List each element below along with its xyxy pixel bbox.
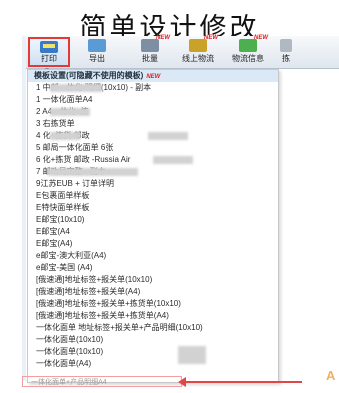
- menu-item[interactable]: E邮宝(A4): [28, 238, 278, 250]
- menu-item[interactable]: e邮宝-澳大利亚(A4): [28, 250, 278, 262]
- batch-button[interactable]: NEW 批量: [130, 35, 170, 66]
- menu-item-last[interactable]: 一体化面单+产品明细A4: [22, 376, 182, 387]
- menu-item[interactable]: e邮宝-美国 (A4): [28, 262, 278, 274]
- redaction-blur: [178, 346, 206, 364]
- menu-item[interactable]: [俄速通]地址标签+报关单+拣货单(A4): [28, 310, 278, 322]
- menu-item[interactable]: E邮宝(10x10): [28, 214, 278, 226]
- menu-item[interactable]: [俄速通]地址标签+报关单(A4): [28, 286, 278, 298]
- new-badge: NEW: [146, 74, 161, 80]
- redaction-blur: [48, 168, 138, 176]
- logistics-info-button[interactable]: NEW 物流信息: [228, 35, 268, 66]
- annotation-arrow: [182, 381, 302, 383]
- menu-item[interactable]: 一体化面单(10x10): [28, 334, 278, 346]
- online-logistics-button[interactable]: NEW 线上物流: [178, 35, 218, 66]
- menu-item[interactable]: E邮宝(A4: [28, 226, 278, 238]
- menu-item[interactable]: 5 邮局一体化面单 6张: [28, 142, 278, 154]
- redaction-blur: [153, 156, 193, 164]
- new-badge: NEW: [204, 35, 218, 41]
- annotation-letter: A: [326, 368, 336, 383]
- printer-icon: [40, 41, 58, 53]
- menu-item[interactable]: 1 一体化面单A4: [28, 94, 278, 106]
- menu-item[interactable]: 一体化面单(A4): [28, 358, 278, 370]
- pick-button[interactable]: 拣: [276, 38, 296, 66]
- menu-item[interactable]: E特快面单样板: [28, 202, 278, 214]
- left-panel-edge: [22, 36, 26, 381]
- pick-icon: [280, 39, 292, 52]
- new-badge: NEW: [254, 35, 268, 41]
- menu-item[interactable]: E包裹面单样板: [28, 190, 278, 202]
- menu-item[interactable]: [俄速通]地址标签+报关单+拣货单(10x10): [28, 298, 278, 310]
- redaction-blur: [50, 132, 80, 140]
- menu-item[interactable]: 一体化面单(10x10): [28, 346, 278, 358]
- print-label: 打印: [41, 54, 57, 63]
- print-button[interactable]: 打印: [28, 37, 70, 67]
- new-badge: NEW: [156, 35, 170, 41]
- screenshot: 简单设计修改 导出 NEW 批量 NEW 线上物流 NEW 物流信息 拣 打印: [0, 0, 339, 393]
- menu-item[interactable]: 一体化面单 地址标签+报关单+产品明细(10x10): [28, 322, 278, 334]
- menu-item[interactable]: 3 右拣货单: [28, 118, 278, 130]
- menu-item[interactable]: [俄速通]地址标签+报关单(10x10): [28, 274, 278, 286]
- print-template-menu: 模板设置(可隐藏不使用的模板)NEW 1 中邮一体化 明细(10x10) - 副…: [27, 69, 279, 383]
- annotation-arrow-head: [178, 377, 186, 387]
- redaction-blur: [50, 84, 102, 92]
- menu-item[interactable]: 9江苏EUB + 订单详明: [28, 178, 278, 190]
- export-icon: [88, 39, 106, 52]
- redaction-blur: [50, 108, 90, 116]
- menu-header[interactable]: 模板设置(可隐藏不使用的模板) NEW: [28, 70, 278, 82]
- export-button[interactable]: 导出: [77, 38, 117, 66]
- redaction-blur: [148, 132, 188, 140]
